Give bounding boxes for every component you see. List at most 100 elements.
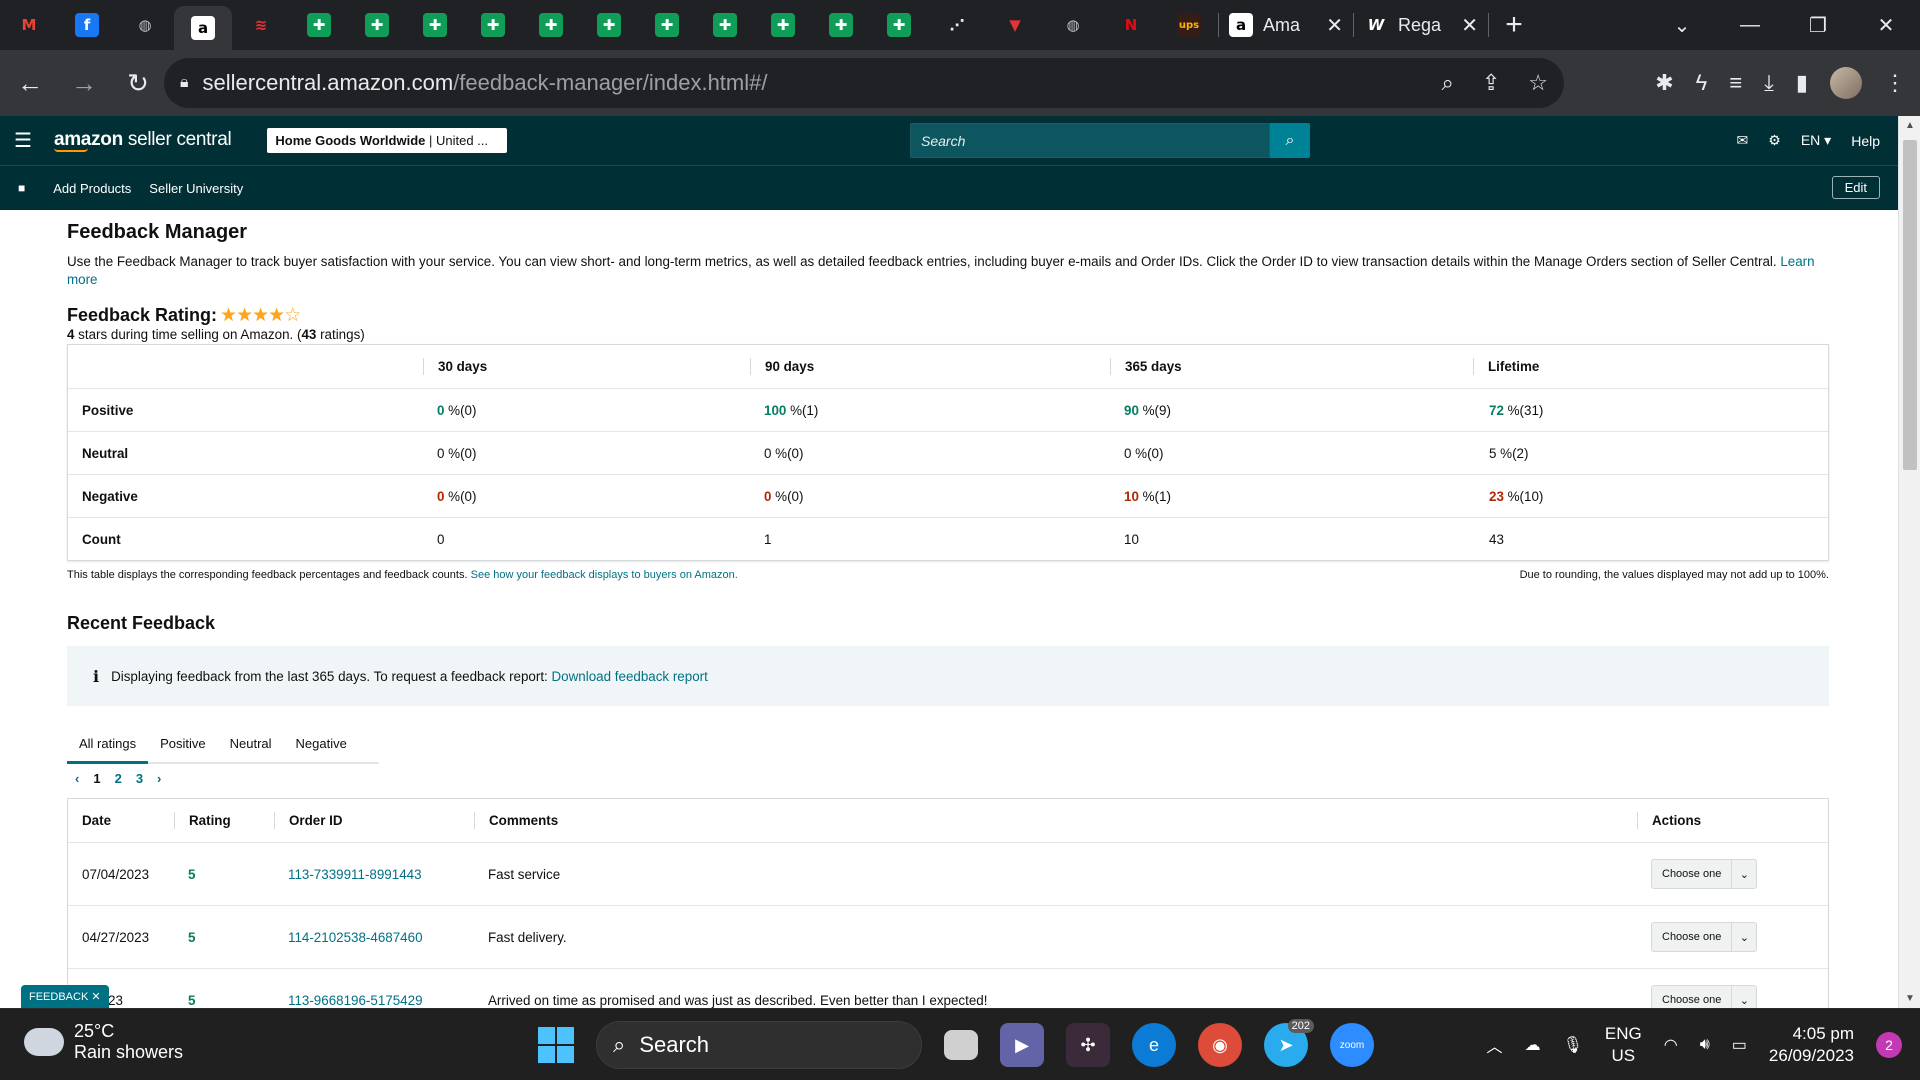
close-window-icon[interactable]: ✕ — [1852, 0, 1920, 50]
minimize-icon[interactable]: — — [1716, 0, 1784, 50]
scrollbar-thumb[interactable] — [1903, 140, 1917, 470]
tab-positive[interactable]: Positive — [148, 728, 218, 762]
pinned-tab[interactable]: ups — [1160, 0, 1218, 50]
search-icon[interactable]: ⌕ — [1270, 123, 1310, 158]
clock[interactable]: 4:05 pm 26/09/2023 — [1769, 1023, 1854, 1067]
edit-button[interactable]: Edit — [1831, 176, 1880, 199]
page-link[interactable]: 2 — [115, 771, 122, 786]
pinned-tab[interactable]: a — [174, 6, 232, 50]
pinned-tab[interactable]: N — [1102, 0, 1160, 50]
extensions-icon[interactable]: ✱ — [1655, 70, 1673, 96]
pinned-tab[interactable]: ⋰ — [928, 0, 986, 50]
tab-negative[interactable]: Negative — [284, 728, 359, 762]
pinned-tab[interactable]: ✚ — [406, 0, 464, 50]
pinned-tab[interactable]: ▼ — [986, 0, 1044, 50]
pinned-tab[interactable]: M — [0, 0, 58, 50]
pinned-tab[interactable]: ◍ — [1044, 0, 1102, 50]
notification-badge[interactable]: 2 — [1876, 1032, 1902, 1058]
help-link[interactable]: Help — [1851, 133, 1880, 149]
profile-avatar[interactable] — [1830, 67, 1862, 99]
microphone-icon[interactable]: 🎙︎ — [1563, 1035, 1583, 1055]
reload-icon[interactable]: ↻ — [114, 59, 162, 107]
wifi-icon[interactable]: ◠ — [1664, 1035, 1678, 1055]
scroll-up-icon[interactable]: ▲ — [1899, 120, 1920, 131]
zoom-icon[interactable]: zoom — [1330, 1023, 1374, 1067]
windows-start-icon[interactable] — [538, 1027, 574, 1063]
weather-widget[interactable]: 25°C Rain showers — [24, 1021, 183, 1063]
seller-search-input[interactable] — [910, 123, 1270, 158]
battery-icon[interactable]: ▭ — [1732, 1035, 1747, 1055]
back-icon[interactable]: ← — [6, 59, 54, 107]
page-link[interactable]: 1 — [93, 771, 100, 786]
chevron-left-icon[interactable]: ‹ — [75, 771, 79, 786]
tab-amazon[interactable]: a Ama ✕ — [1219, 0, 1353, 50]
download-report-link[interactable]: Download feedback report — [552, 669, 708, 684]
pinned-tab[interactable]: ✚ — [812, 0, 870, 50]
download-icon[interactable]: ⤓ — [1764, 70, 1774, 96]
share-icon[interactable]: ⇪ — [1482, 70, 1500, 96]
tab-all-ratings[interactable]: All ratings — [67, 728, 149, 764]
telegram-icon[interactable]: ➤ 202 — [1264, 1019, 1314, 1067]
pinned-tab[interactable]: ✚ — [638, 0, 696, 50]
order-id-link[interactable]: 114-2102538-4687460 — [274, 930, 474, 945]
settings-gear-icon[interactable]: ⚙ — [1768, 132, 1781, 149]
tab-regal[interactable]: W Rega ✕ — [1354, 0, 1488, 50]
teams-icon[interactable]: ▶ — [1000, 1023, 1044, 1067]
pinned-tab[interactable]: ✚ — [290, 0, 348, 50]
bookmark-star-icon[interactable]: ☆ — [1528, 70, 1548, 96]
taskbar-search[interactable]: ⌕ Search — [596, 1021, 922, 1069]
amazon-seller-central-logo[interactable]: amazon seller central — [53, 129, 232, 152]
metrics-value: 100 — [764, 402, 787, 418]
pinned-tab[interactable]: ✚ — [696, 0, 754, 50]
pinned-tab[interactable]: ≋ — [232, 0, 290, 50]
order-id-link[interactable]: 113-7339911-8991443 — [274, 867, 474, 882]
forward-icon[interactable]: → — [60, 59, 108, 107]
edge-icon[interactable]: e — [1132, 1023, 1176, 1067]
hamburger-menu-icon[interactable]: ☰ — [14, 128, 32, 153]
close-icon[interactable]: ✕ — [1326, 13, 1343, 38]
chevron-up-icon[interactable]: ︿ — [1487, 1033, 1503, 1057]
input-language[interactable]: ENG US — [1605, 1023, 1642, 1067]
order-id-link[interactable]: 113-9668196-5175429 — [274, 993, 474, 1008]
pinned-tab[interactable]: ✚ — [754, 0, 812, 50]
media-icon[interactable]: ≡ — [1729, 70, 1742, 96]
tab-neutral[interactable]: Neutral — [218, 728, 284, 762]
page-link[interactable]: 3 — [136, 771, 143, 786]
scroll-down-icon[interactable]: ▼ — [1899, 993, 1920, 1004]
address-bar[interactable]: 🔒︎ sellercentral.amazon.com/feedback-man… — [164, 58, 1564, 108]
feedback-display-link[interactable]: See how your feedback displays to buyers… — [471, 569, 738, 581]
zoom-icon[interactable]: ⌕ — [1442, 70, 1454, 96]
store-selector[interactable]: Home Goods Worldwide | United ... — [267, 128, 508, 153]
nav-seller-university[interactable]: Seller University — [149, 181, 243, 196]
volume-icon[interactable]: 🔊︎ — [1700, 1036, 1710, 1054]
extension-bolt-icon[interactable]: ϟ — [1696, 70, 1708, 96]
page-scrollbar[interactable]: ▲ ▼ — [1898, 116, 1920, 1008]
task-view-icon[interactable] — [944, 1030, 978, 1060]
menu-kebab-icon[interactable]: ⋮ — [1884, 70, 1906, 96]
pinned-tab[interactable]: f — [58, 0, 116, 50]
tab-search-icon[interactable]: ⌄ — [1648, 0, 1716, 50]
restore-icon[interactable]: ❐ — [1784, 0, 1852, 50]
chevron-right-icon[interactable]: › — [157, 771, 161, 786]
chrome-icon[interactable]: ◉ — [1198, 1023, 1242, 1067]
nav-add-products[interactable]: Add Products — [53, 181, 131, 196]
pinned-tab[interactable]: ✚ — [348, 0, 406, 50]
slack-icon[interactable]: ✣ — [1066, 1023, 1110, 1067]
onedrive-icon[interactable]: ☁ — [1525, 1035, 1541, 1055]
actions-dropdown[interactable]: Choose one ⌄ — [1651, 985, 1758, 1008]
side-panel-icon[interactable]: ▮ — [1796, 70, 1808, 96]
mail-icon[interactable]: ✉ — [1737, 132, 1749, 149]
feedback-tab-button[interactable]: FEEDBACK ✕ — [21, 985, 109, 1008]
pinned-tab[interactable]: ◍ — [116, 0, 174, 50]
pinned-tab[interactable]: ✚ — [522, 0, 580, 50]
close-icon[interactable]: ✕ — [1461, 13, 1478, 38]
actions-dropdown[interactable]: Choose one ⌄ — [1651, 859, 1758, 889]
pinned-tab[interactable]: ✚ — [580, 0, 638, 50]
bookmark-icon[interactable]: ■ — [18, 181, 25, 195]
new-tab-button[interactable]: + — [1489, 8, 1539, 42]
pinned-tab[interactable]: ✚ — [870, 0, 928, 50]
metrics-cell: 0 %(0) — [423, 489, 750, 504]
actions-dropdown[interactable]: Choose one ⌄ — [1651, 922, 1758, 952]
pinned-tab[interactable]: ✚ — [464, 0, 522, 50]
language-selector[interactable]: EN ▾ — [1801, 132, 1831, 149]
